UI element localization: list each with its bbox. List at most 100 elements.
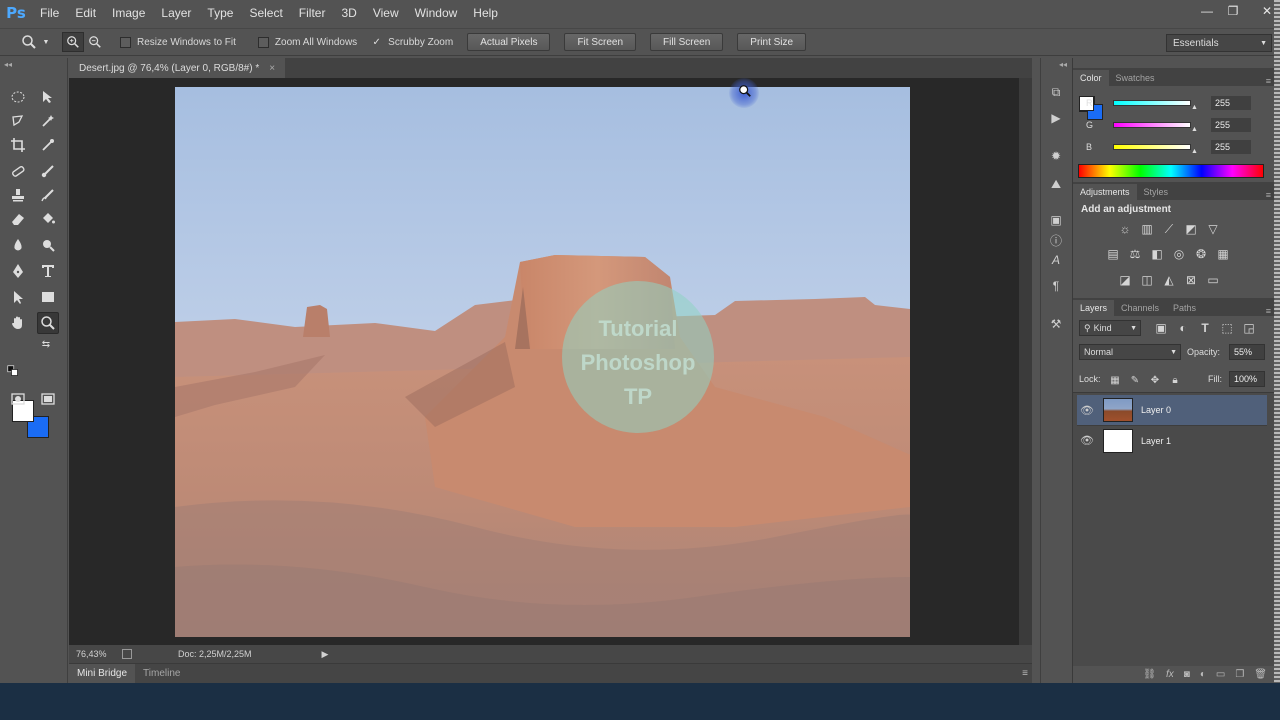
lock-image-icon[interactable]: ✎ <box>1127 372 1143 388</box>
layer-style-icon[interactable]: fx <box>1166 669 1174 680</box>
menu-image[interactable]: Image <box>104 0 153 26</box>
paragraph-icon[interactable]: ¶ <box>1046 276 1066 296</box>
zoom-tool-icon[interactable] <box>37 312 59 334</box>
curves-icon[interactable]: ⟋ <box>1161 221 1177 237</box>
menu-edit[interactable]: Edit <box>67 0 104 26</box>
desert-image[interactable]: Tutorial Photoshop TP <box>175 87 910 637</box>
document-tab[interactable]: Desert.jpg @ 76,4% (Layer 0, RGB/8#) * × <box>69 58 286 78</box>
lock-position-icon[interactable]: ✥ <box>1147 372 1163 388</box>
close-tab-icon[interactable]: × <box>269 63 275 74</box>
fill-field[interactable]: 100% <box>1229 371 1265 387</box>
zoom-level[interactable]: 76,43% <box>76 649 116 659</box>
menu-view[interactable]: View <box>365 0 407 26</box>
scrubby-zoom-checkbox[interactable]: ✓ Scrubby Zoom <box>371 37 453 48</box>
invert-icon[interactable]: ◪ <box>1117 272 1133 288</box>
layer-row-layer-1[interactable]: 👁︎ Layer 1 <box>1077 425 1267 455</box>
elliptical-marquee-icon[interactable] <box>7 86 29 108</box>
swap-colors-icon[interactable]: ⇆ <box>38 336 54 352</box>
menu-file[interactable]: File <box>32 0 67 26</box>
workspace-select[interactable]: Essentials ▼ <box>1166 34 1272 52</box>
dodge-tool-icon[interactable] <box>37 234 59 256</box>
tab-mini-bridge[interactable]: Mini Bridge <box>69 663 136 683</box>
resize-windows-checkbox[interactable]: Resize Windows to Fit <box>120 36 236 48</box>
menu-type[interactable]: Type <box>199 0 241 26</box>
brush-presets-icon[interactable]: ✹ <box>1046 146 1066 166</box>
lock-all-icon[interactable]: 🔒︎ <box>1167 372 1183 388</box>
tab-styles[interactable]: Styles <box>1137 184 1176 200</box>
hand-tool-icon[interactable] <box>7 312 29 334</box>
tab-swatches[interactable]: Swatches <box>1109 70 1162 86</box>
layer-row-layer-0[interactable]: 👁︎ Layer 0 <box>1077 395 1267 425</box>
new-layer-icon[interactable]: ❐ <box>1235 669 1244 680</box>
filter-shape-icon[interactable]: ⬚ <box>1219 320 1235 336</box>
properties-icon[interactable]: ▣ <box>1046 210 1066 230</box>
black-white-icon[interactable]: ◧ <box>1149 246 1165 262</box>
red-value[interactable]: 255 <box>1211 96 1251 110</box>
eyedropper-icon[interactable] <box>37 134 59 156</box>
move-tool-icon[interactable] <box>37 86 59 108</box>
brush-tool-icon[interactable] <box>37 160 59 182</box>
minimize-button[interactable]: — <box>1194 0 1220 22</box>
link-layers-icon[interactable]: ⛓ <box>1143 669 1156 680</box>
fit-screen-button[interactable]: Fit Screen <box>564 33 637 51</box>
filter-type-icon[interactable]: T <box>1197 320 1213 336</box>
menu-3d[interactable]: 3D <box>333 0 364 26</box>
visibility-eye-icon[interactable]: 👁︎ <box>1077 404 1097 417</box>
clone-stamp-icon[interactable] <box>7 184 29 206</box>
color-spectrum-bar[interactable] <box>1078 164 1264 178</box>
red-slider-track[interactable] <box>1113 100 1191 106</box>
panel-menu-icon[interactable]: ≡ <box>1266 76 1271 86</box>
tab-layers[interactable]: Layers <box>1073 300 1115 316</box>
tab-timeline[interactable]: Timeline <box>135 668 188 679</box>
vibrance-icon[interactable]: ▽ <box>1205 221 1221 237</box>
panel-menu-icon[interactable]: ≡ <box>1266 190 1271 200</box>
character-icon[interactable]: A <box>1046 250 1066 270</box>
filter-smart-object-icon[interactable]: ◲ <box>1241 320 1257 336</box>
print-size-button[interactable]: Print Size <box>737 33 807 51</box>
opacity-field[interactable]: 55% <box>1229 344 1265 360</box>
posterize-icon[interactable]: ◫ <box>1139 272 1155 288</box>
menu-filter[interactable]: Filter <box>291 0 334 26</box>
threshold-icon[interactable]: ◭ <box>1161 272 1177 288</box>
layer-name[interactable]: Layer 0 <box>1141 405 1171 415</box>
color-balance-icon[interactable]: ⚖ <box>1127 246 1143 262</box>
red-slider[interactable]: R ▲ 255 <box>1086 96 1273 111</box>
restore-button[interactable]: ❐ <box>1220 0 1246 22</box>
vertical-scrollbar[interactable] <box>1019 78 1032 645</box>
visibility-eye-icon[interactable]: 👁︎ <box>1077 434 1097 447</box>
zoom-in-icon[interactable] <box>62 32 84 52</box>
brightness-icon[interactable]: ☼ <box>1117 221 1133 237</box>
layer-name[interactable]: Layer 1 <box>1141 436 1171 446</box>
status-menu-arrow-icon[interactable]: ▶ <box>322 649 329 660</box>
preset-dropdown-icon[interactable]: ▼ <box>40 32 52 52</box>
exposure-icon[interactable]: ◩ <box>1183 221 1199 237</box>
tab-channels[interactable]: Channels <box>1114 300 1166 316</box>
blue-value[interactable]: 255 <box>1211 140 1251 154</box>
actual-pixels-button[interactable]: Actual Pixels <box>467 33 551 51</box>
slider-thumb-icon[interactable]: ▲ <box>1191 126 1198 133</box>
layer-filter-kind[interactable]: ⚲ Kind ▼ <box>1079 320 1141 336</box>
blend-mode-select[interactable]: Normal ▼ <box>1079 344 1181 360</box>
menu-layer[interactable]: Layer <box>153 0 199 26</box>
menu-help[interactable]: Help <box>465 0 506 26</box>
panel-menu-icon[interactable]: ≡ <box>1266 306 1271 316</box>
path-selection-icon[interactable] <box>7 286 29 308</box>
zoom-all-windows-checkbox[interactable]: Zoom All Windows <box>257 36 357 48</box>
screen-mode-icon[interactable] <box>37 388 59 410</box>
tool-presets-icon[interactable]: ⚒ <box>1046 314 1066 334</box>
slider-thumb-icon[interactable]: ▲ <box>1191 148 1198 155</box>
canvas-area[interactable]: Tutorial Photoshop TP <box>69 78 1019 645</box>
healing-brush-icon[interactable] <box>7 160 29 182</box>
collapse-arrows-icon[interactable]: ◂◂ <box>4 60 12 69</box>
photo-filter-icon[interactable]: ◎ <box>1171 246 1187 262</box>
info-icon[interactable]: ⓘ <box>1046 230 1066 250</box>
lasso-tool-icon[interactable] <box>7 110 29 132</box>
new-adjustment-layer-icon[interactable]: ◐ <box>1200 669 1206 680</box>
hue-saturation-icon[interactable]: ▤ <box>1105 246 1121 262</box>
blur-tool-icon[interactable] <box>7 234 29 256</box>
delete-layer-icon[interactable]: 🗑︎ <box>1254 669 1267 680</box>
magic-wand-icon[interactable] <box>37 110 59 132</box>
default-colors-icon[interactable] <box>6 364 20 378</box>
gradient-map-icon[interactable]: ▭ <box>1205 272 1221 288</box>
green-value[interactable]: 255 <box>1211 118 1251 132</box>
